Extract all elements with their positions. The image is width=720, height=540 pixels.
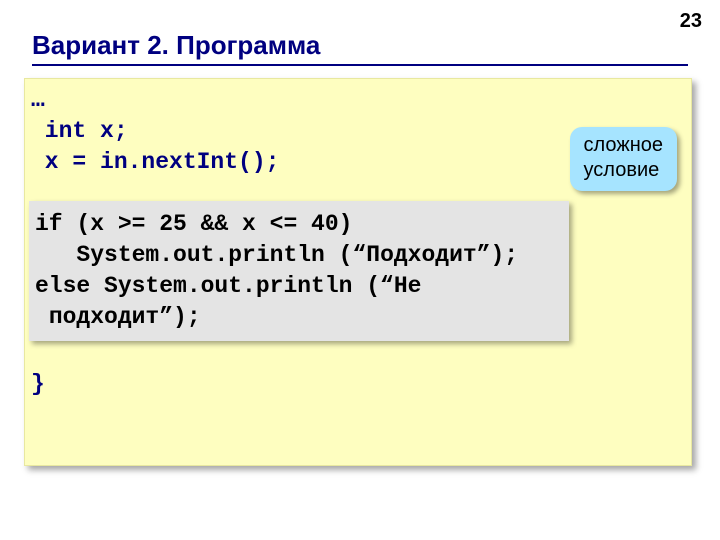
callout-badge: сложное условие [570,127,677,191]
slide-title: Вариант 2. Программа [32,30,320,61]
callout-line2: условие [584,158,663,183]
title-underline [32,64,688,66]
page-number: 23 [680,10,702,33]
highlighted-code: if (x >= 25 && x <= 40) System.out.print… [35,209,561,333]
code-panel: … int x; x = in.nextInt(); сложное услов… [24,78,692,466]
highlighted-code-box: if (x >= 25 && x <= 40) System.out.print… [29,201,569,341]
callout-line1: сложное [584,133,663,158]
code-block-top: … int x; x = in.nextInt(); [31,85,279,178]
code-block-bottom: } [31,369,45,400]
